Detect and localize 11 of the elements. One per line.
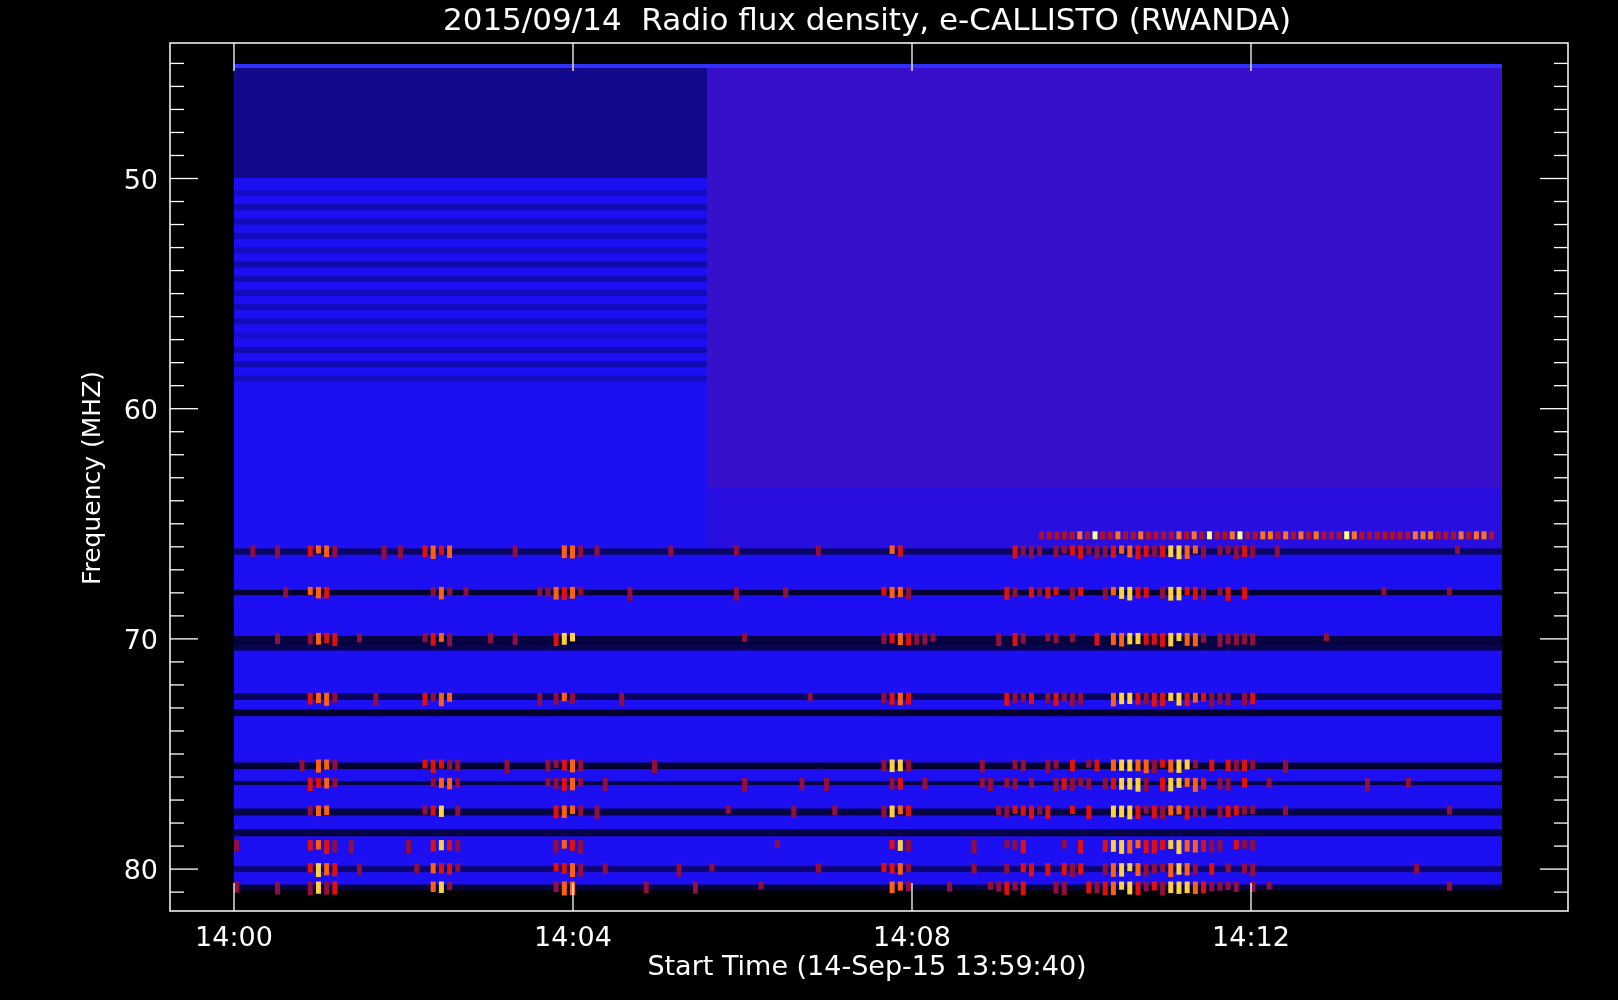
x-tick-label: 14:00 bbox=[195, 921, 273, 952]
y-tick-label: 80 bbox=[123, 854, 158, 886]
x-tick-label: 14:08 bbox=[873, 921, 951, 952]
y-tick-label: 70 bbox=[123, 623, 158, 655]
chart-title: 2015/09/14 Radio flux density, e-CALLISTO (RWANDA) bbox=[442, 1, 1292, 37]
y-axis-label: Frequency (MHZ) bbox=[77, 370, 106, 586]
y-tick-label: 50 bbox=[123, 163, 158, 195]
y-tick-label: 60 bbox=[123, 393, 158, 425]
x-tick-label: 14:04 bbox=[534, 921, 612, 952]
x-tick-label: 14:12 bbox=[1212, 921, 1290, 952]
x-axis-label: Start Time (14-Sep-15 13:59:40) bbox=[647, 950, 1087, 981]
